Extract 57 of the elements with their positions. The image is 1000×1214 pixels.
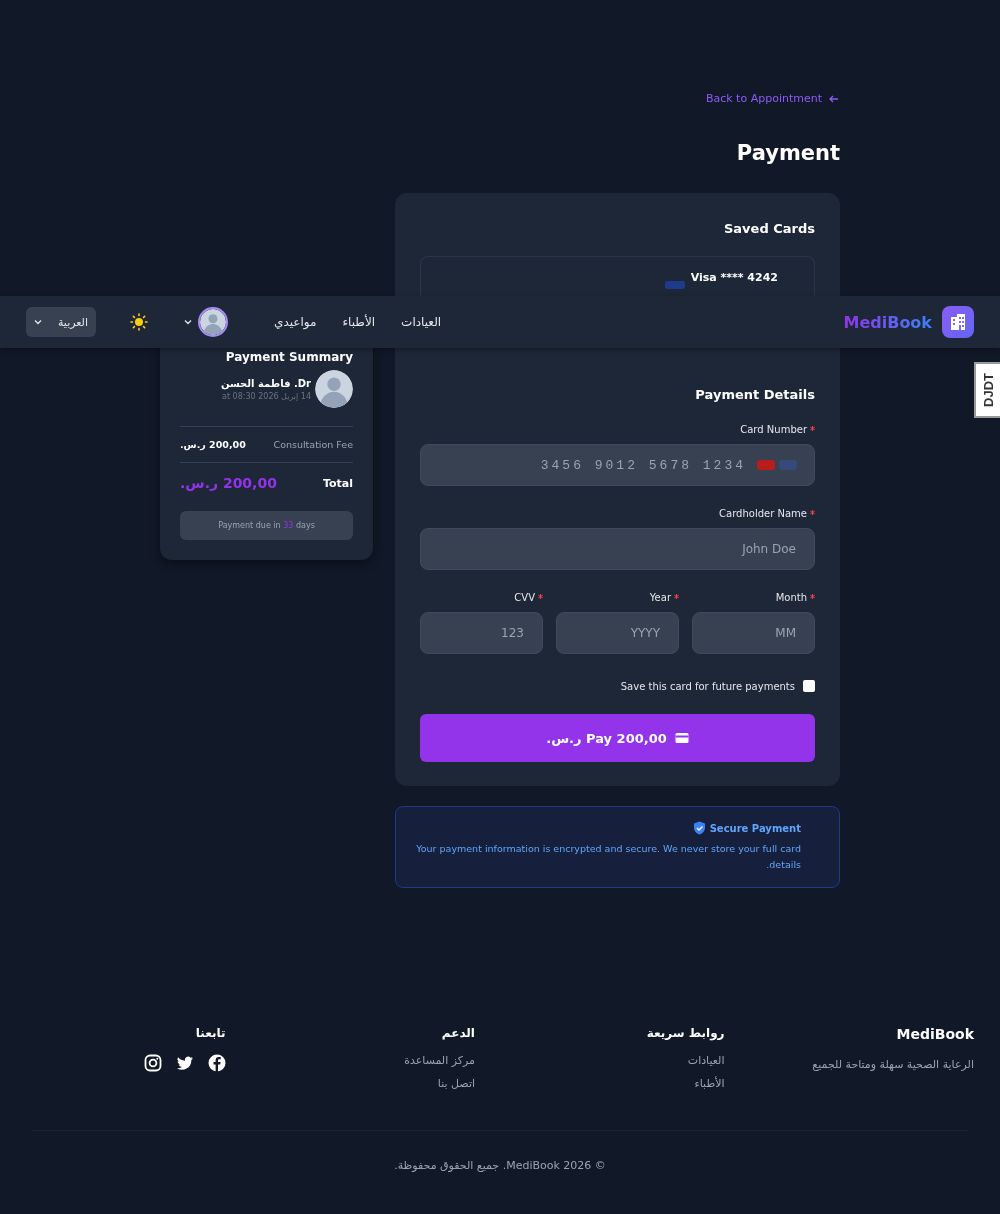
footer-tagline: الرعاية الصحية سهلة ومتاحة للجميع xyxy=(811,1058,974,1071)
card-number-field[interactable]: 3456 9012 5678 1234 xyxy=(420,444,815,486)
field-label: Cardholder Name xyxy=(719,508,807,519)
footer-link[interactable]: اتصل بنا xyxy=(437,1077,475,1090)
footer-link[interactable]: العيادات xyxy=(687,1054,725,1067)
cardholder-field[interactable]: John Doe xyxy=(420,528,815,570)
due-notice: Payment due in 33 days xyxy=(180,511,353,540)
footer-heading: الدعم xyxy=(440,1026,475,1040)
nav-link[interactable]: العيادات xyxy=(401,315,442,329)
caret-icon xyxy=(34,318,42,326)
input-field[interactable]: 123 xyxy=(420,612,543,654)
twitter-icon[interactable] xyxy=(175,1054,194,1072)
footer-heading: تابعنا xyxy=(194,1026,226,1040)
avatar-icon xyxy=(315,370,353,408)
page-title: Payment xyxy=(735,141,840,165)
doctor-name: Dr. فاطمة الحسن xyxy=(220,377,311,389)
input-field[interactable]: YYYY xyxy=(556,612,679,654)
nav-link[interactable]: الأطباء xyxy=(342,315,376,329)
fee-amount: 200,00 ر.س. xyxy=(180,439,246,450)
pay-button[interactable]: Pay 200,00 ر.س. xyxy=(420,714,815,762)
section-title: Saved Cards xyxy=(722,221,815,236)
field-label: Month xyxy=(775,592,807,603)
back-link[interactable]: Back to Appointment xyxy=(705,92,840,105)
sun-icon[interactable] xyxy=(130,313,148,331)
user-avatar-icon[interactable] xyxy=(198,307,228,337)
caret-icon xyxy=(184,318,192,326)
footer-link[interactable]: الأطباء xyxy=(694,1077,725,1090)
instagram-icon[interactable] xyxy=(143,1054,162,1072)
checkbox-label: Save this card for future payments xyxy=(620,680,795,692)
card-brand-icon xyxy=(664,281,685,289)
building-icon xyxy=(942,306,974,338)
fee-label: Consultation Fee xyxy=(273,439,353,450)
credit-card-icon xyxy=(674,732,689,744)
facebook-icon[interactable] xyxy=(207,1054,226,1072)
field-label: Year xyxy=(649,592,671,603)
card-label: Visa **** 4242 xyxy=(690,271,778,284)
shield-check-icon xyxy=(692,821,706,835)
language-select[interactable]: العربية xyxy=(26,307,96,337)
footer-link[interactable]: مركز المساعدة xyxy=(404,1054,475,1067)
total-amount: 200,00 ر.س. xyxy=(180,475,277,491)
notice-title: Secure Payment xyxy=(709,822,801,834)
field-label: CVV xyxy=(514,592,535,603)
input-field[interactable]: MM xyxy=(692,612,815,654)
card-brand-icon xyxy=(779,460,797,470)
total-label: Total xyxy=(322,476,353,490)
copyright: © 2026 MediBook. جميع الحقوق محفوظة. xyxy=(394,1159,606,1172)
field-label: Card Number xyxy=(740,424,807,435)
notice-text: Your payment information is encrypted and secure. We never store your full card details. xyxy=(415,842,801,872)
appointment-date: 14 إبريل 2026 at 08:30 xyxy=(221,391,311,401)
nav-link[interactable]: مواعيدي xyxy=(274,315,317,329)
debug-toolbar-tab[interactable]: DJDT xyxy=(974,362,1000,418)
checkbox[interactable] xyxy=(803,680,815,692)
summary-title: Payment Summary xyxy=(224,350,353,364)
section-title: Payment Details xyxy=(694,387,815,402)
card-brand-icon xyxy=(757,460,775,470)
footer-brand: MediBook xyxy=(895,1026,974,1042)
footer-heading: روابط سريعة xyxy=(645,1026,725,1040)
